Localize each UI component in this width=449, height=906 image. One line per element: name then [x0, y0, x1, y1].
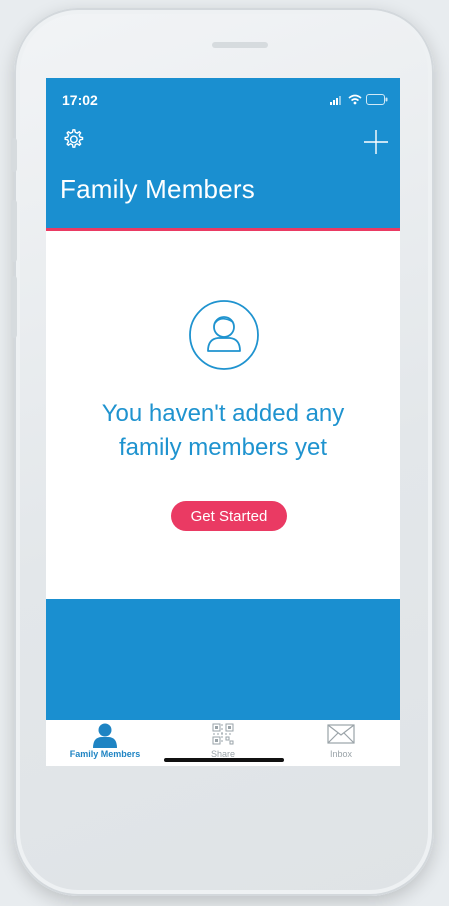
mute-switch [11, 138, 17, 172]
page-title: Family Members [60, 174, 255, 204]
volume-up-button [11, 200, 17, 262]
tab-family-members[interactable]: Family Members [46, 720, 164, 766]
status-time: 17:02 [62, 92, 98, 108]
tab-inbox-label: Inbox [329, 749, 353, 759]
tab-family-members-label: Family Members [69, 749, 141, 759]
signal-icon [330, 95, 341, 105]
qr-code-icon [212, 723, 234, 745]
battery-icon [366, 94, 388, 105]
status-indicators [330, 94, 388, 105]
plus-icon[interactable] [362, 128, 390, 156]
empty-message-line1: You haven't added any [101, 400, 345, 427]
volume-down-button [11, 276, 17, 338]
wifi-icon [348, 94, 362, 105]
speaker-grille [212, 42, 268, 48]
tab-inbox[interactable]: Inbox [282, 720, 400, 766]
empty-state: You haven't added any family members yet… [46, 231, 400, 599]
get-started-button[interactable]: Get Started [171, 501, 287, 531]
app-screen: 17:02 Family Members You haven't added a… [46, 78, 400, 766]
empty-message-line2: family members yet [118, 434, 328, 461]
content-background [46, 599, 400, 720]
empty-message: You haven't added any family members yet [46, 397, 400, 465]
person-icon [189, 300, 259, 370]
home-indicator[interactable] [164, 758, 284, 762]
gear-icon[interactable] [60, 126, 86, 152]
person-icon [93, 723, 117, 748]
envelope-icon [327, 724, 355, 744]
app-header: 17:02 Family Members [46, 78, 400, 231]
